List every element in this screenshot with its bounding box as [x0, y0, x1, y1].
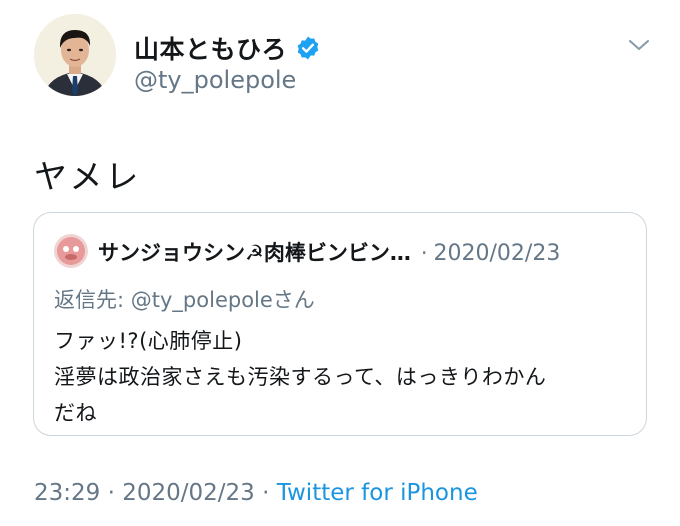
- author-display-name[interactable]: 山本ともひろ: [134, 30, 321, 66]
- chevron-down-icon[interactable]: [626, 36, 652, 54]
- quote-date: 2020/02/23: [433, 241, 561, 266]
- quote-author-name: サンジョウシン☭肉棒ビンビン…: [98, 241, 411, 265]
- quote-text-line-3: だね: [54, 401, 97, 425]
- author-handle[interactable]: @ty_polepole: [134, 66, 296, 94]
- tweet-time: 23:29: [34, 480, 101, 506]
- quote-separator: ·: [420, 241, 428, 265]
- tweet-date: 2020/02/23: [122, 480, 255, 506]
- verified-badge-icon: [297, 36, 319, 60]
- tweet-source-link[interactable]: Twitter for iPhone: [277, 480, 478, 506]
- tweet-text: ヤメレ: [34, 157, 142, 196]
- reply-to-handle: @ty_polepoleさん: [130, 288, 315, 312]
- quote-text-line-2: 淫夢は政治家さえも汚染するって、はっきりわかん: [54, 365, 547, 389]
- meta-separator: ·: [107, 480, 115, 506]
- quote-text-line-1: ファッ!?(心肺停止): [54, 329, 243, 353]
- tweet-meta: 23:29 · 2020/02/23 · Twitter for iPhone: [34, 480, 478, 506]
- author-name-text: 山本ともひろ: [134, 35, 288, 64]
- tweet-detail: 山本ともひろ @ty_polepole ヤメレ サンジョウシン☭肉棒ビンビン… …: [0, 0, 680, 526]
- reply-to-label: 返信先:: [54, 288, 131, 312]
- meta-separator-2: ·: [262, 480, 270, 506]
- author-avatar[interactable]: [34, 14, 116, 96]
- quoted-tweet-card[interactable]: サンジョウシン☭肉棒ビンビン… · 2020/02/23 返信先: @ty_po…: [33, 212, 647, 436]
- quote-reply-to: 返信先: @ty_polepoleさん: [54, 284, 315, 314]
- quote-header: サンジョウシン☭肉棒ビンビン… · 2020/02/23: [98, 237, 560, 267]
- quote-author-avatar: [54, 234, 88, 268]
